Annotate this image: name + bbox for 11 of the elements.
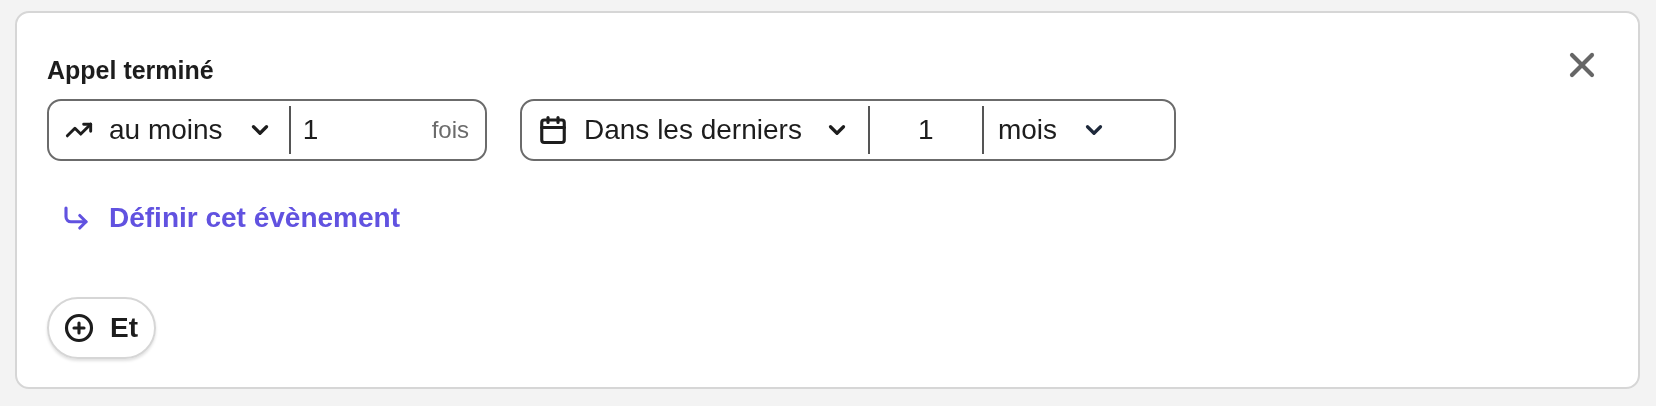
period-dropdown[interactable]: Dans les derniers [538,101,868,159]
calendar-icon [538,115,568,145]
count-input[interactable]: 1 [869,109,982,151]
define-event-link[interactable]: Définir cet évènement [61,197,400,239]
and-button[interactable]: Et [47,297,156,359]
operator-dropdown[interactable]: au moins [65,101,289,159]
event-title: Appel terminé [47,55,214,85]
count-input[interactable]: 1 [302,109,432,151]
unit-dropdown[interactable]: mois [983,109,1107,151]
add-icon [64,313,94,343]
unit-label: fois [431,115,469,145]
